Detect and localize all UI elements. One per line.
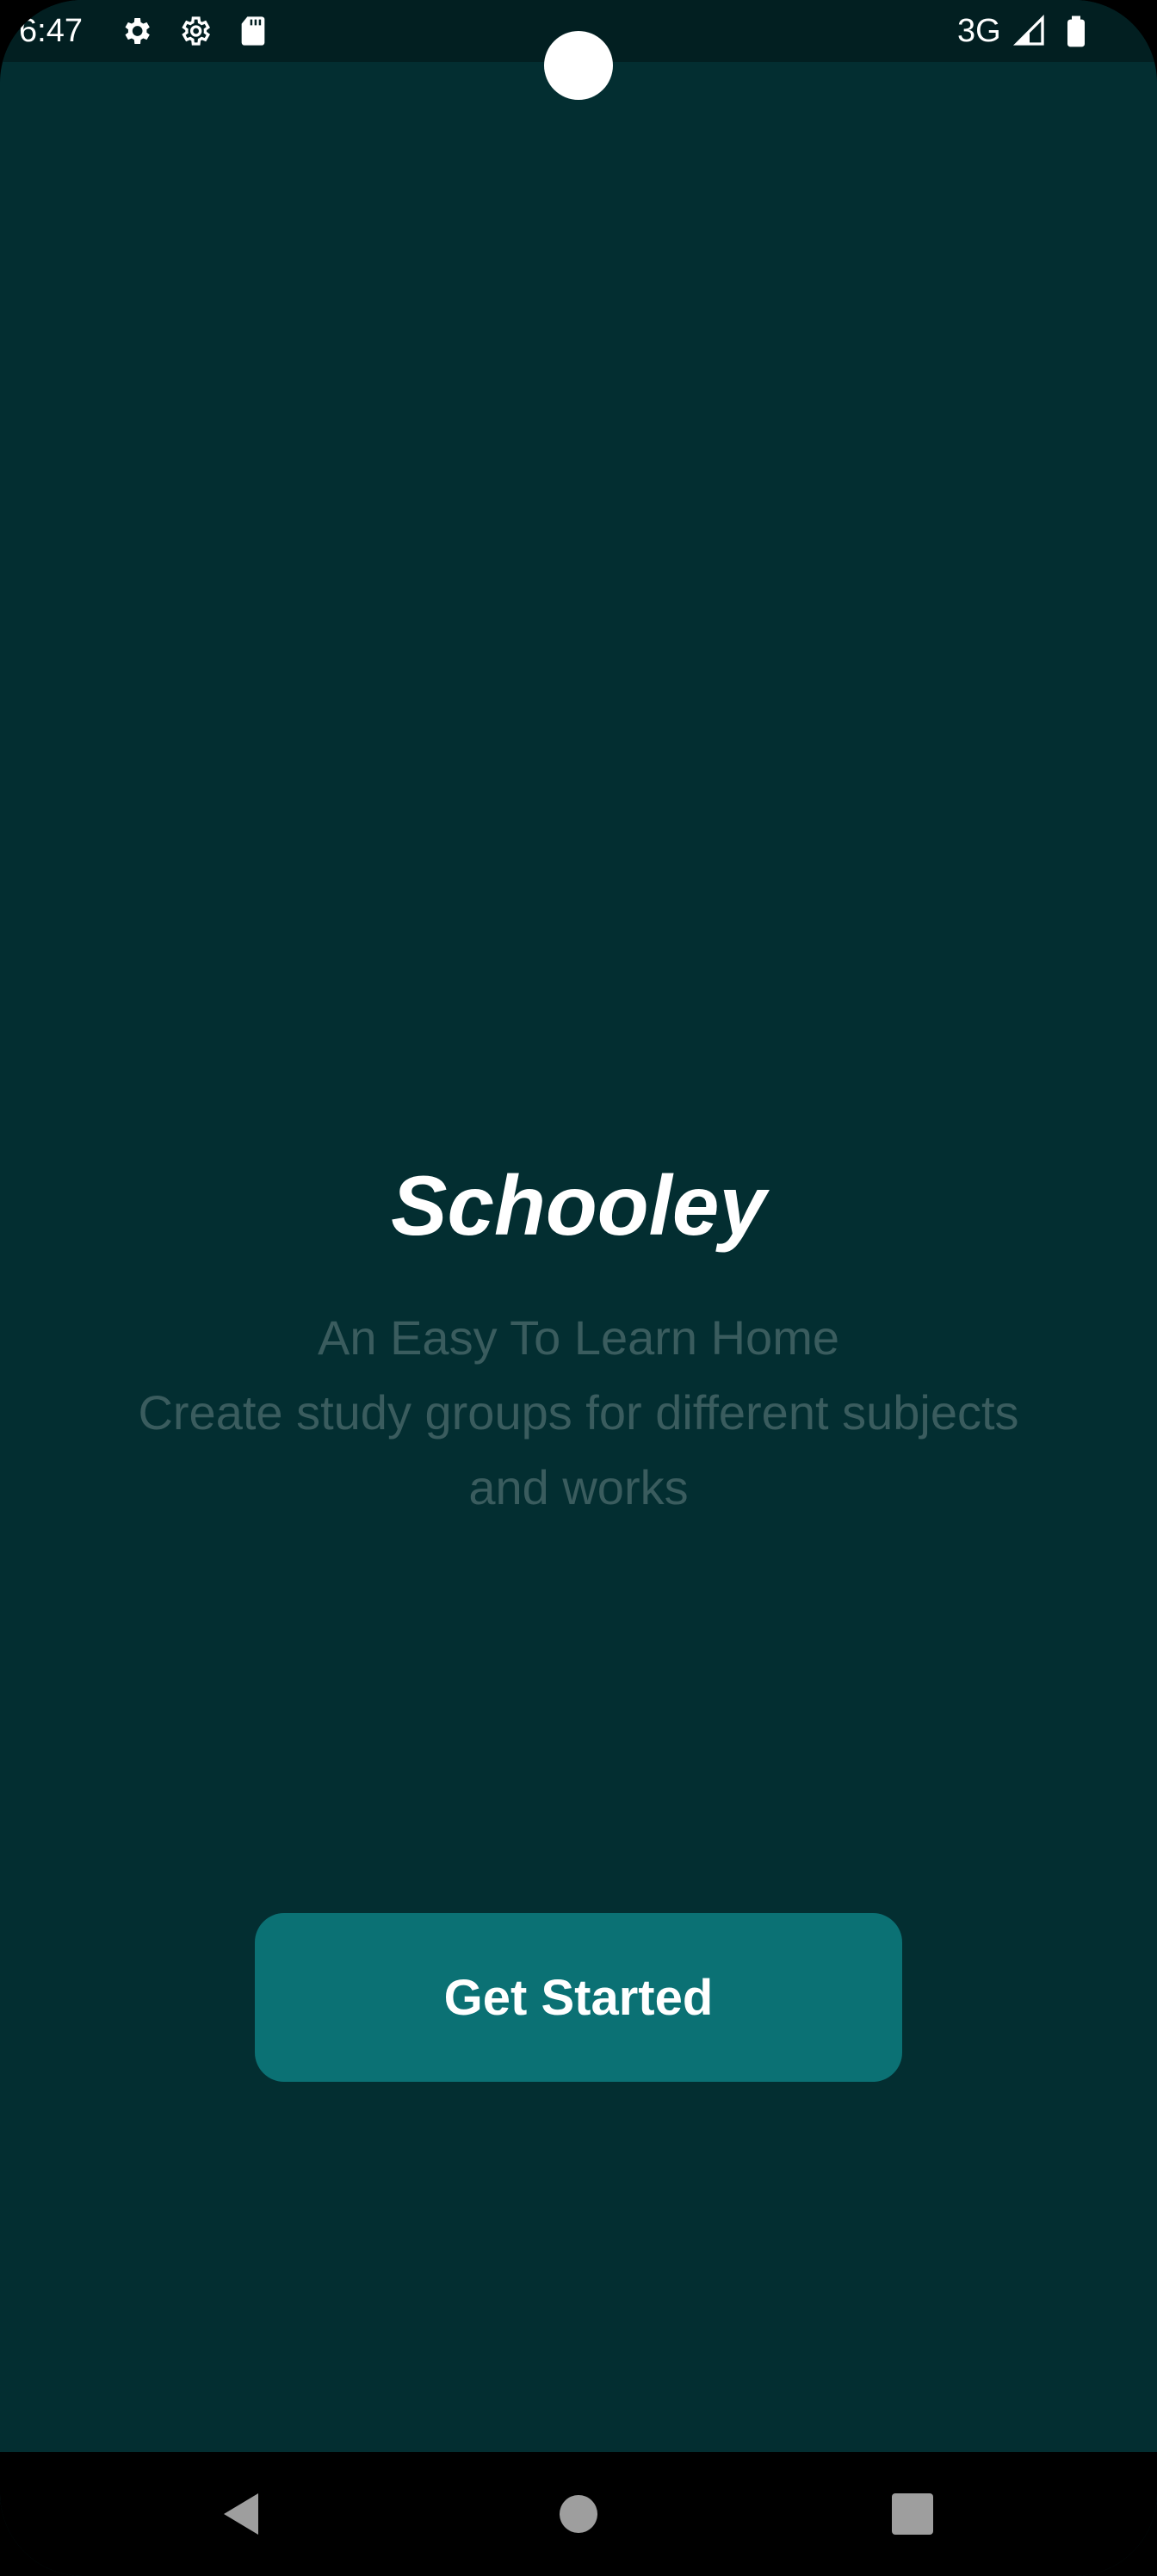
system-nav-bar (0, 2452, 1157, 2576)
settings-gear-outline-icon (177, 14, 212, 48)
tagline-line: An Easy To Learn Home (318, 1310, 839, 1365)
get-started-button[interactable]: Get Started (255, 1913, 902, 2082)
tagline-line: and works (468, 1460, 689, 1514)
home-icon[interactable] (544, 2480, 613, 2548)
status-time: 6:47 (19, 13, 83, 49)
app-screen: 6:47 3G Schooley An Easy To Learn Home C… (0, 0, 1157, 2576)
battery-icon (1059, 14, 1093, 48)
network-type-label: 3G (957, 13, 1001, 49)
camera-cutout (544, 31, 613, 100)
app-title: Schooley (391, 1158, 766, 1253)
sd-card-icon (236, 14, 270, 48)
recents-icon[interactable] (878, 2480, 947, 2548)
tagline-line: Create study groups for different subjec… (138, 1385, 1019, 1440)
cell-signal-icon (1012, 14, 1047, 48)
back-icon[interactable] (207, 2480, 275, 2548)
settings-gear-filled-icon (119, 14, 153, 48)
